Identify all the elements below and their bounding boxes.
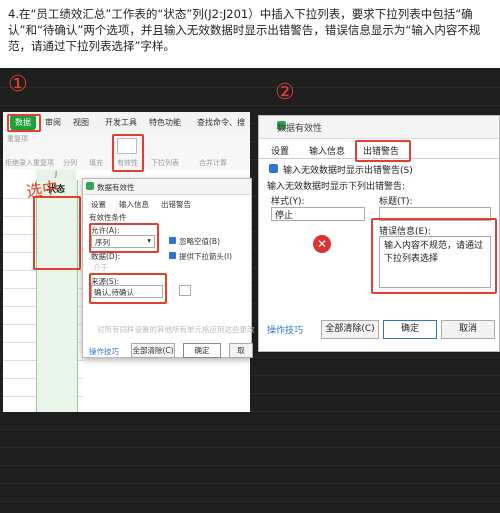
instruction-panel: 4.在“员工绩效汇总”工作表的“状态”列(J2:J201）中插入下拉列表，要求下…	[0, 0, 500, 68]
ignore-blank-label: 忽略空值(B)	[179, 237, 220, 246]
instruction-text: 4.在“员工绩效汇总”工作表的“状态”列(J2:J201）中插入下拉列表，要求下…	[8, 7, 481, 53]
dropdown-label: 提供下拉箭头(I)	[179, 252, 233, 261]
app-icon	[86, 182, 94, 190]
highlight-source	[89, 273, 167, 304]
tips-link[interactable]: 操作技巧	[89, 346, 119, 357]
tips-link[interactable]: 操作技巧	[267, 323, 303, 336]
cancel-button[interactable]: 取消	[441, 320, 495, 339]
show-alert-label: 输入无效数据时显示出错警告(S)	[283, 166, 413, 176]
step-two-marker: ②	[275, 80, 295, 105]
ribbon-split[interactable]: 分列	[63, 158, 77, 168]
section-label: 有效性条件	[89, 213, 127, 222]
highlight-validity	[112, 134, 144, 172]
error-stop-icon: ✕	[313, 235, 331, 253]
tab-view[interactable]: 视图	[73, 117, 89, 128]
dialog-title-bar: 数据有效性	[259, 116, 499, 139]
clear-all-button[interactable]: 全部清除(C)	[131, 343, 175, 358]
validity-dialog-left: 数据有效性 设置 输入信息 出错警告 有效性条件 允许(A): 序列 ▾ 忽略空…	[82, 178, 255, 358]
ribbon-fill[interactable]: 填充	[89, 158, 103, 168]
tab-input-info[interactable]: 输入信息	[309, 144, 345, 157]
range-picker-icon[interactable]	[179, 285, 191, 296]
tab-error-alert[interactable]: 出错警告	[161, 199, 191, 210]
tab-settings[interactable]: 设置	[91, 199, 106, 210]
show-alert-checkbox[interactable]	[269, 164, 278, 173]
apply-all-label[interactable]: 对所有同样设置的其他所有单元格应用这些更改	[97, 324, 255, 335]
tab-settings[interactable]: 设置	[271, 144, 289, 157]
ignore-blank-checkbox[interactable]	[169, 237, 176, 244]
tab-input-info[interactable]: 输入信息	[119, 199, 149, 210]
dialog-title: 数据有效性	[97, 183, 135, 192]
search-box[interactable]: 查找命令、搜	[197, 117, 245, 128]
tab-features[interactable]: 特色功能	[149, 117, 181, 128]
tab-review[interactable]: 审阅	[45, 117, 61, 128]
ribbon-dup[interactable]: 重复项	[7, 134, 28, 144]
ok-button[interactable]: 确定	[383, 320, 437, 339]
style-label: 样式(Y):	[271, 197, 305, 207]
validity-dialog-right: 数据有效性 设置 输入信息 出错警告 输入无效数据时显示出错警告(S) 输入无效…	[258, 115, 500, 352]
step-one-marker: ①	[8, 72, 28, 97]
dropdown-checkbox[interactable]	[169, 252, 176, 259]
cancel-button[interactable]: 取	[229, 343, 253, 358]
dialog-title-bar: 数据有效性	[83, 179, 251, 195]
style-value: 停止	[275, 211, 294, 221]
highlight-error-tab	[355, 140, 411, 162]
ok-button[interactable]: 确定	[183, 343, 221, 358]
highlight-column	[33, 196, 81, 270]
ribbon-dropdown-list[interactable]: 下拉列表	[151, 158, 179, 168]
select-note: 选中	[25, 177, 60, 202]
clear-all-button[interactable]: 全部清除(C)	[321, 320, 379, 339]
when-invalid-label: 输入无效数据时显示下列出错警告:	[267, 182, 406, 192]
style-select[interactable]: 停止	[271, 207, 365, 221]
data-value: 介于	[93, 263, 108, 272]
highlight-allow	[89, 223, 159, 253]
dialog-title: 数据有效性	[277, 124, 323, 134]
highlight-error-message	[371, 218, 497, 294]
highlight-data-tab	[7, 114, 41, 132]
tab-developer[interactable]: 开发工具	[105, 117, 137, 128]
title-label: 标题(T):	[379, 197, 413, 207]
ribbon-consolidate[interactable]: 合并计算	[199, 158, 227, 168]
ribbon-reject-dup[interactable]: 拒绝录入重复项	[5, 158, 54, 168]
